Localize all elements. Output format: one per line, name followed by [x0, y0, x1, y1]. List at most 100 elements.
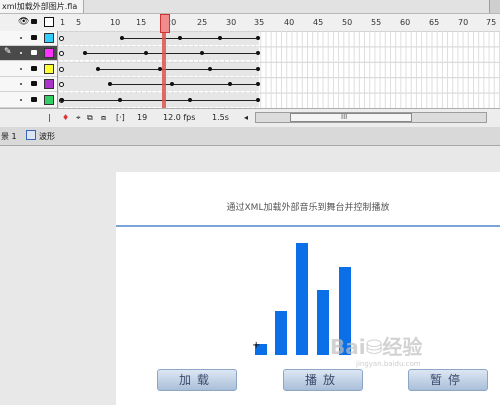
- eye-icon[interactable]: 👁: [18, 17, 29, 27]
- keyframe[interactable]: [170, 82, 174, 87]
- load-button[interactable]: 加载: [157, 369, 237, 391]
- keyframe[interactable]: [83, 51, 87, 56]
- layer-row[interactable]: [0, 62, 57, 77]
- frame-track[interactable]: [58, 62, 260, 76]
- ruler-label: 1: [60, 18, 66, 27]
- center-frame-icon[interactable]: ⌖: [76, 113, 81, 123]
- ruler-label: 70: [458, 18, 469, 27]
- document-tab-bar: xml加载外部图片.fla: [0, 0, 500, 14]
- frame-track[interactable]: [58, 93, 260, 107]
- scene-link[interactable]: 景 1: [1, 131, 17, 142]
- keyframe[interactable]: [120, 36, 124, 40]
- pencil-icon: ✎: [4, 47, 12, 58]
- timeline-scroll-thumb[interactable]: III: [290, 113, 412, 122]
- keyframe[interactable]: [256, 82, 260, 87]
- frame-track[interactable]: [58, 32, 260, 45]
- keyframe[interactable]: [228, 82, 232, 87]
- keyframe[interactable]: [96, 66, 100, 71]
- visibility-dot[interactable]: [20, 37, 22, 39]
- keyframe[interactable]: [144, 51, 148, 56]
- waveform-bar: [317, 290, 329, 355]
- current-frame: 19: [137, 113, 148, 122]
- layer-color-swatch[interactable]: [44, 94, 54, 105]
- keyframe[interactable]: [60, 97, 64, 102]
- ruler-label: 65: [429, 18, 440, 27]
- lock-icon[interactable]: [31, 50, 37, 56]
- tween-arrow: [96, 68, 256, 70]
- empty-keyframe[interactable]: [59, 66, 64, 72]
- ruler-label: 30: [226, 18, 237, 27]
- keyframe[interactable]: [256, 36, 260, 40]
- layer-row[interactable]: [0, 77, 57, 93]
- outline-icon[interactable]: [44, 17, 54, 27]
- keyframe[interactable]: [108, 82, 112, 87]
- empty-keyframe[interactable]: [59, 36, 64, 41]
- pause-button[interactable]: 暂停: [408, 369, 488, 391]
- layer-row[interactable]: [0, 31, 57, 46]
- symbol-link[interactable]: 波形: [39, 131, 55, 142]
- watermark-url: jingyan.baidu.com: [356, 360, 421, 368]
- visibility-dot[interactable]: [20, 52, 22, 55]
- layer-color-swatch[interactable]: [44, 79, 54, 90]
- ruler-label: 5: [76, 18, 82, 27]
- keyframe[interactable]: [178, 36, 182, 40]
- ruler-label: 60: [400, 18, 411, 27]
- crosshair-cursor-icon: +: [252, 340, 261, 351]
- frame-grid[interactable]: [58, 31, 500, 108]
- layer-color-swatch[interactable]: [44, 63, 54, 74]
- ruler-label: 50: [342, 18, 353, 27]
- keyframe[interactable]: [256, 66, 260, 71]
- visibility-dot[interactable]: [20, 98, 22, 101]
- tween-arrow: [83, 53, 256, 55]
- layer-row[interactable]: [0, 93, 57, 108]
- layer-color-swatch[interactable]: [44, 48, 54, 59]
- keyframe[interactable]: [200, 51, 204, 56]
- document-tab[interactable]: xml加载外部图片.fla: [0, 0, 85, 13]
- visibility-dot[interactable]: [20, 83, 22, 86]
- empty-keyframe[interactable]: [59, 51, 64, 57]
- frame-track[interactable]: [58, 47, 260, 61]
- tab-bar-scroll-corner[interactable]: [489, 0, 500, 13]
- breadcrumb: 景 1 波形: [0, 127, 500, 146]
- movieclip-icon: [26, 130, 36, 140]
- frame-ruler[interactable]: 👁 1 5 10 15 20 25 30 35 40 45 50 55 60 65 70 75: [0, 14, 500, 32]
- ruler-label: 75: [486, 18, 497, 27]
- keyframe[interactable]: [188, 97, 192, 102]
- playhead-marker-icon: ♦: [62, 113, 70, 122]
- ruler-label: 25: [197, 18, 208, 27]
- lock-icon[interactable]: [31, 81, 37, 87]
- layer-row[interactable]: ✎: [0, 46, 57, 62]
- play-button[interactable]: 播放: [283, 369, 363, 391]
- scroll-left-icon[interactable]: ◂: [244, 113, 248, 122]
- layer-color-swatch[interactable]: [44, 33, 54, 43]
- scroll-grip: III: [341, 113, 348, 121]
- visibility-dot[interactable]: [20, 67, 22, 70]
- frame-track[interactable]: [58, 78, 260, 92]
- ruler-label: 35: [254, 18, 265, 27]
- lock-icon[interactable]: [31, 35, 37, 40]
- ruler-label: 15: [136, 18, 147, 27]
- ruler-label: 45: [313, 18, 324, 27]
- empty-keyframe[interactable]: [59, 82, 64, 88]
- watermark-logo: Bai⛁经验: [330, 335, 423, 359]
- tween-arrow: [108, 84, 256, 86]
- keyframe[interactable]: [256, 51, 260, 56]
- waveform-bar: [296, 243, 308, 355]
- title-divider: [116, 225, 500, 227]
- ruler-label: 10: [110, 18, 121, 27]
- keyframe[interactable]: [208, 66, 212, 71]
- keyframe[interactable]: [118, 97, 122, 102]
- onion-skin-icon[interactable]: ⧉: [87, 113, 93, 123]
- keyframe[interactable]: [218, 36, 222, 40]
- tween-arrow: [60, 99, 256, 101]
- timeline-panel: 👁 1 5 10 15 20 25 30 35 40 45 50 55 60 65 70 75 ✎: [0, 14, 500, 108]
- lock-icon[interactable]: [31, 65, 37, 71]
- stage-title: 通过XML加载外部音乐到舞台并控制播放: [226, 203, 390, 213]
- edit-multiple-frames-icon[interactable]: [·]: [116, 113, 125, 122]
- elapsed-time: 1.5s: [212, 113, 229, 122]
- keyframe[interactable]: [256, 97, 260, 102]
- lock-icon[interactable]: [31, 19, 37, 24]
- playhead-handle[interactable]: [160, 14, 170, 33]
- lock-icon[interactable]: [31, 96, 37, 102]
- onion-outline-icon[interactable]: ⧈: [101, 113, 106, 123]
